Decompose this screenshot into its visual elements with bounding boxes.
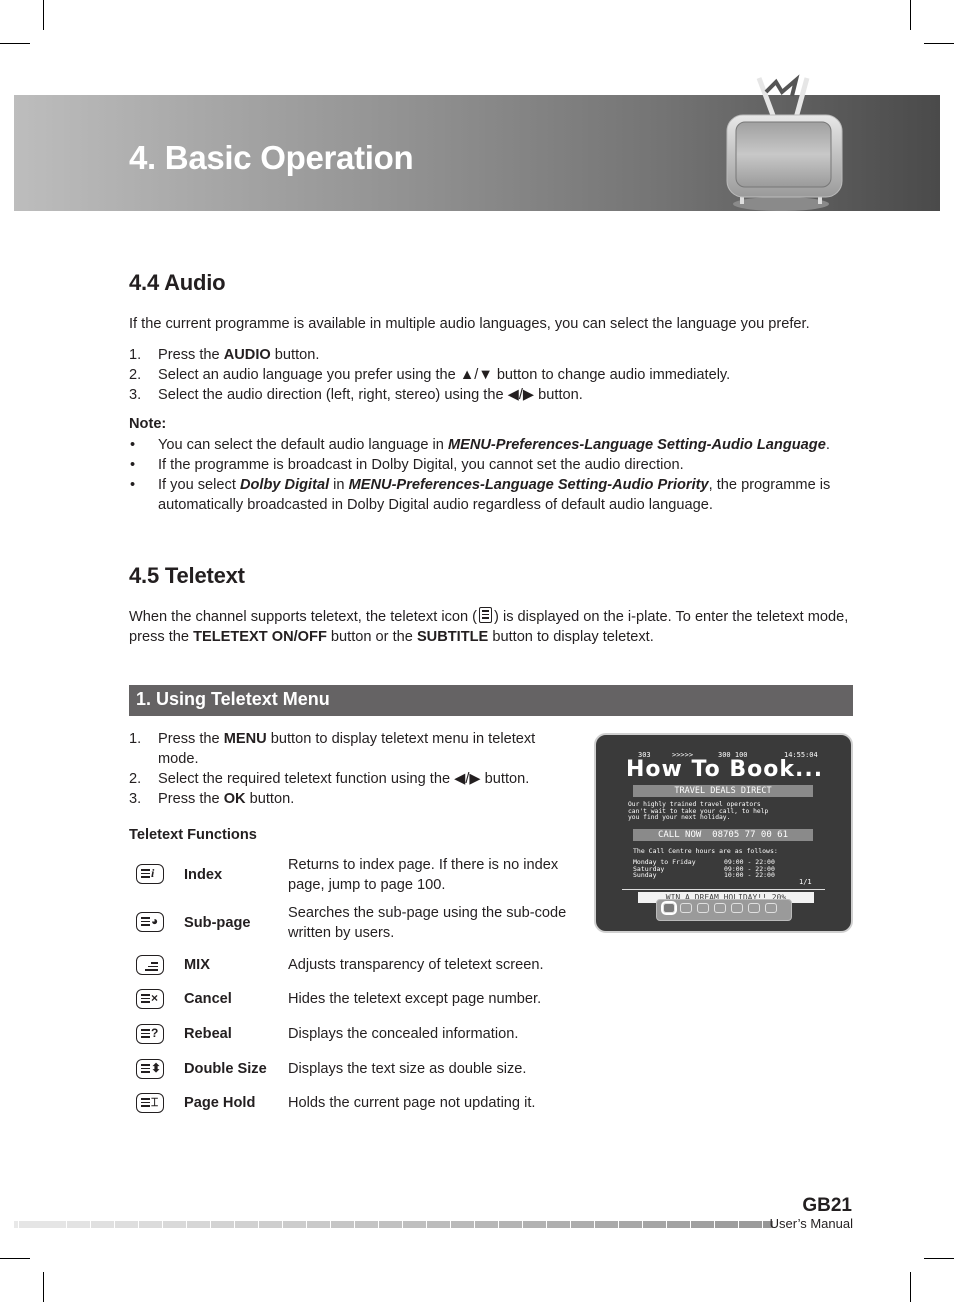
cancel-icon: ×: [136, 989, 164, 1009]
footer-bar-segment: [739, 1221, 762, 1228]
hours-time: 10:00 - 22:00: [724, 871, 775, 879]
function-row-index: i Index Returns to index page. If there …: [129, 855, 589, 895]
sub-page-icon: ◕: [136, 912, 164, 932]
footer-bar-segment: [139, 1221, 162, 1228]
crop-mark: [43, 1272, 44, 1302]
footer-bar-segment: [427, 1221, 450, 1228]
audio-step: 3. Select the audio direction (left, righ…: [129, 387, 583, 403]
crop-mark: [910, 0, 911, 30]
footer-bar-segment: [211, 1221, 234, 1228]
footer-bar-segment: [283, 1221, 306, 1228]
cancel-icon[interactable]: [714, 903, 726, 913]
footer-bar-segment: [355, 1221, 378, 1228]
note-item: • If the programme is broadcast in Dolby …: [130, 457, 684, 473]
double-size-icon[interactable]: [748, 903, 760, 913]
crop-mark: [924, 43, 954, 44]
footer-bar-segment: [499, 1221, 522, 1228]
footer-bar-segment: [691, 1221, 714, 1228]
footer-decorative-bar: [14, 1221, 773, 1228]
teletext-steps: 1. Press the MENU button to display telet…: [129, 729, 569, 809]
crop-mark: [0, 1258, 30, 1259]
footer-bar-segment: [571, 1221, 594, 1228]
index-icon: i: [136, 864, 164, 884]
manual-label: User’s Manual: [769, 1216, 853, 1231]
function-row-page-hold: ⌶ Page Hold Holds the current page not u…: [129, 1093, 589, 1113]
teletext-body-line: you find your next holiday.: [628, 814, 731, 821]
teletext-icon: [479, 607, 493, 623]
crop-mark: [924, 1258, 954, 1259]
footer-bar-segment: [547, 1221, 570, 1228]
function-row-cancel: × Cancel Hides the teletext except page …: [129, 989, 589, 1009]
hours-day: Sunday: [633, 871, 657, 879]
footer-bar-segment: [91, 1221, 114, 1228]
footer-bar-segment: [235, 1221, 258, 1228]
footer-bar-segment: [187, 1221, 210, 1228]
teletext-functions-label: Teletext Functions: [129, 827, 257, 843]
audio-notes: • You can select the default audio langua…: [129, 435, 857, 515]
note-label: Note:: [129, 416, 167, 432]
footer-bar-segment: [643, 1221, 666, 1228]
function-row-mix: MIX Adjusts transparency of teletext scr…: [129, 955, 589, 975]
teletext-intro: When the channel supports teletext, the …: [129, 607, 849, 645]
crop-mark: [43, 0, 44, 30]
hours-intro: The Call Centre hours are as follows:: [633, 847, 778, 855]
chapter-title: 4. Basic Operation: [129, 139, 414, 176]
sub-page-icon[interactable]: [680, 903, 692, 913]
double-size-icon: ⬍: [136, 1059, 164, 1079]
teletext-step: 3. Press the OK button.: [129, 791, 295, 807]
reveal-icon[interactable]: [731, 903, 743, 913]
audio-step: 2. Select an audio language you prefer us…: [129, 367, 731, 383]
footer-bar-segment: [163, 1221, 186, 1228]
divider-line: [622, 889, 825, 890]
footer-bar-segment: [595, 1221, 618, 1228]
audio-steps: 1. Press the AUDIO button. 2. Select an au…: [129, 345, 857, 405]
reveal-icon: ?: [136, 1024, 164, 1044]
function-row-sub-page: ◕ Sub-page Searches the sub-page using t…: [129, 903, 589, 943]
crop-mark: [0, 43, 30, 44]
teletext-banner-2: CALL NOW 08705 77 00 61: [633, 829, 813, 841]
footer-bar-segment: [307, 1221, 330, 1228]
footer-bar-segment: [259, 1221, 282, 1228]
footer-bar-segment: [67, 1221, 90, 1228]
teletext-step: 2. Select the required teletext function …: [129, 771, 530, 787]
footer-bar-segment: [14, 1221, 18, 1228]
page-hold-icon[interactable]: [765, 903, 777, 913]
teletext-step: 1. Press the MENU button to display telet…: [129, 731, 536, 767]
teletext-menu-bar: [656, 899, 792, 921]
function-row-double-size: ⬍ Double Size Displays the text size as …: [129, 1059, 589, 1079]
page-number: GB21: [802, 1195, 852, 1216]
subsection-heading-bar: 1. Using Teletext Menu: [129, 685, 853, 716]
footer-bar-segment: [331, 1221, 354, 1228]
footer-bar-segment: [115, 1221, 138, 1228]
mix-icon[interactable]: [697, 903, 709, 913]
footer-bar-segment: [619, 1221, 642, 1228]
audio-intro: If the current programme is available in…: [129, 316, 810, 332]
footer-bar-segment: [403, 1221, 426, 1228]
footer-bar-segment: [715, 1221, 738, 1228]
page-hold-icon: ⌶: [136, 1093, 164, 1113]
teletext-banner-1: TRAVEL DEALS DIRECT: [633, 785, 813, 797]
note-item: • If you select Dolby Digital in MENU-Pre…: [130, 477, 831, 513]
mix-icon: [136, 955, 164, 975]
section-heading-teletext: 4.5 Teletext: [129, 563, 245, 588]
subpage-counter: 1/1: [799, 878, 812, 886]
index-icon[interactable]: [661, 901, 677, 915]
section-heading-audio: 4.4 Audio: [129, 270, 226, 295]
retro-tv-icon: [726, 74, 843, 211]
teletext-screenshot: 303 >>>>> 300 100 14:55:04 How To Book..…: [594, 733, 853, 933]
footer-bar-segment: [667, 1221, 690, 1228]
footer-bar-segment: [379, 1221, 402, 1228]
footer-bar-segment: [523, 1221, 546, 1228]
audio-step: 1. Press the AUDIO button.: [129, 347, 320, 363]
note-item: • You can select the default audio langua…: [130, 437, 830, 453]
subsection-heading: 1. Using Teletext Menu: [136, 689, 330, 709]
crop-mark: [910, 1272, 911, 1302]
footer-bar-segment: [475, 1221, 498, 1228]
function-row-reveal: ? Rebeal Displays the concealed informat…: [129, 1024, 589, 1044]
teletext-title: How To Book...: [626, 757, 824, 782]
footer-bar-segment: [19, 1221, 66, 1228]
footer-bar-segment: [451, 1221, 474, 1228]
